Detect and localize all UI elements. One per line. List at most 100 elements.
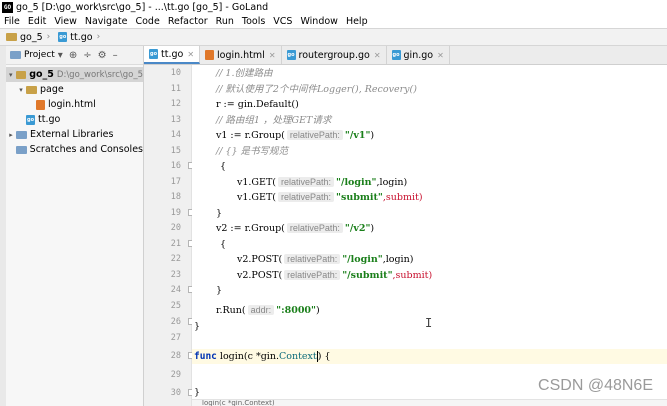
line-number: 30 — [170, 388, 181, 398]
expand-arrow-icon[interactable]: ▾ — [16, 86, 26, 94]
param-hint: relativePath: — [284, 254, 341, 264]
project-panel-header: Project ▾ ⊕ ÷ ⚙ – — [6, 46, 143, 65]
code-line: } — [194, 387, 201, 398]
code-text: ,submit) — [382, 192, 423, 203]
close-icon[interactable]: ✕ — [187, 50, 194, 59]
code-text: v2 := r.Group( — [216, 223, 285, 234]
menu-vcs[interactable]: VCS — [269, 16, 296, 27]
library-icon — [16, 130, 27, 139]
string-literal: "submit" — [336, 192, 383, 203]
tab-label: tt.go — [161, 48, 184, 60]
tab-gin-go[interactable]: go gin.go ✕ — [387, 46, 450, 64]
go-file-icon: go — [391, 50, 401, 60]
menu-help[interactable]: Help — [342, 16, 372, 27]
line-number: 12 — [170, 99, 181, 109]
goland-icon: GO — [2, 1, 13, 13]
expand-arrow-icon[interactable]: ▸ — [6, 131, 16, 139]
tree-item-label: External Libraries — [30, 129, 114, 140]
chevron-right-icon: › — [96, 32, 101, 42]
menu-refactor[interactable]: Refactor — [164, 16, 212, 27]
param-hint: relativePath: — [278, 177, 335, 187]
code-text: ,login) — [376, 177, 408, 188]
code-line: v1.GET(relativePath: "submit",submit) — [237, 190, 423, 205]
scratches-icon — [15, 145, 27, 154]
code-line: v1 := r.Group(relativePath: "/v1") — [216, 128, 374, 143]
code-line: // 路由组1 ，处理GET请求 — [216, 115, 332, 126]
tree-item-go5[interactable]: ▾ go_5 D:\go_work\src\go_5 — [6, 67, 143, 82]
tree-item-external-libraries[interactable]: ▸ External Libraries — [6, 127, 143, 142]
hide-icon[interactable]: – — [110, 50, 121, 61]
expand-arrow-icon[interactable]: ▾ — [6, 71, 16, 79]
html-file-icon — [205, 50, 215, 60]
tab-tt-go[interactable]: go tt.go ✕ — [144, 46, 201, 64]
tree-item-label: page — [40, 84, 64, 95]
close-icon[interactable]: ✕ — [269, 51, 276, 60]
string-literal: ":8000" — [276, 305, 316, 316]
menu-file[interactable]: File — [0, 16, 24, 27]
breadcrumb-project-label: go_5 — [20, 31, 43, 43]
string-literal: "/v1" — [344, 130, 371, 141]
go-file-icon: go — [26, 114, 35, 125]
code-text: ) — [316, 305, 320, 316]
breadcrumb: go_5 › go tt.go › — [0, 28, 667, 46]
tree-item-scratches[interactable]: Scratches and Consoles — [6, 142, 143, 157]
tree-item-label: login.html — [48, 99, 96, 110]
line-number: 28 — [170, 351, 181, 361]
string-literal: "/login" — [342, 254, 383, 265]
menu-view[interactable]: View — [50, 16, 81, 27]
code-text: ) { — [317, 351, 331, 362]
param-hint: relativePath: — [278, 192, 335, 202]
breadcrumb-file-label: tt.go — [70, 31, 93, 43]
line-number: 22 — [170, 254, 181, 264]
param-hint: relativePath: — [284, 270, 341, 280]
code-editor[interactable]: // 1.创建路由 // 默认使用了2个中间件Logger(), Recover… — [192, 65, 667, 406]
code-text: v2.POST( — [237, 270, 283, 281]
tab-label: gin.go — [403, 49, 434, 61]
menu-tools[interactable]: Tools — [238, 16, 269, 27]
title-bar: GO go_5 [D:\go_work\src\go_5] - ...\tt.g… — [0, 0, 667, 14]
breadcrumb-file[interactable]: go tt.go — [52, 32, 94, 43]
tree-item-path: D:\go_work\src\go_5 — [56, 69, 143, 80]
param-hint: relativePath: — [286, 223, 343, 233]
editor-gutter[interactable]: 10 11 12 13 14 15 16 17 18 19 20 21 22 2… — [144, 65, 195, 406]
collapse-all-icon[interactable]: ÷ — [80, 50, 94, 61]
menu-code[interactable]: Code — [131, 16, 163, 27]
param-hint: relativePath: — [286, 130, 343, 140]
menu-edit[interactable]: Edit — [24, 16, 50, 27]
close-icon[interactable]: ✕ — [437, 51, 444, 60]
code-line: } — [216, 208, 223, 219]
breadcrumb-hint: login(c *gin.Context) — [192, 399, 667, 406]
project-view-selector[interactable]: Project — [24, 50, 55, 60]
line-number: 18 — [170, 192, 181, 202]
code-line: // 1.创建路由 — [216, 68, 273, 79]
tree-item-login-html[interactable]: login.html — [6, 97, 143, 112]
tab-routergroup-go[interactable]: go routergroup.go ✕ — [282, 46, 387, 64]
go-file-icon: go — [149, 49, 158, 59]
chevron-down-icon[interactable]: ▾ — [55, 50, 66, 61]
code-line: } — [216, 285, 223, 296]
line-number: 23 — [170, 270, 181, 280]
line-number: 10 — [170, 68, 181, 78]
code-text: v1.GET( — [237, 192, 276, 203]
tree-item-tt-go[interactable]: go tt.go — [6, 112, 143, 127]
tab-login-html[interactable]: login.html ✕ — [200, 46, 282, 64]
gear-icon[interactable]: ⚙ — [95, 50, 110, 61]
breadcrumb-project[interactable]: go_5 — [0, 32, 45, 43]
close-icon[interactable]: ✕ — [374, 51, 381, 60]
line-number: 19 — [170, 208, 181, 218]
tree-item-page[interactable]: ▾ page — [6, 82, 143, 97]
folder-icon — [15, 70, 27, 79]
code-text: r.Run( — [216, 305, 246, 316]
code-text: ,submit) — [392, 270, 433, 281]
line-number: 25 — [170, 301, 181, 311]
menu-run[interactable]: Run — [212, 16, 238, 27]
code-line: } — [194, 321, 201, 332]
menu-navigate[interactable]: Navigate — [81, 16, 132, 27]
crosshair-icon[interactable]: ⊕ — [66, 50, 80, 61]
menu-window[interactable]: Window — [296, 16, 341, 27]
line-number: 26 — [170, 317, 181, 327]
line-number: 17 — [170, 177, 181, 187]
tree-item-label: go_5 — [29, 69, 54, 80]
code-line: v2.POST(relativePath: "/login",login) — [237, 252, 413, 267]
param-hint: addr: — [247, 305, 275, 315]
